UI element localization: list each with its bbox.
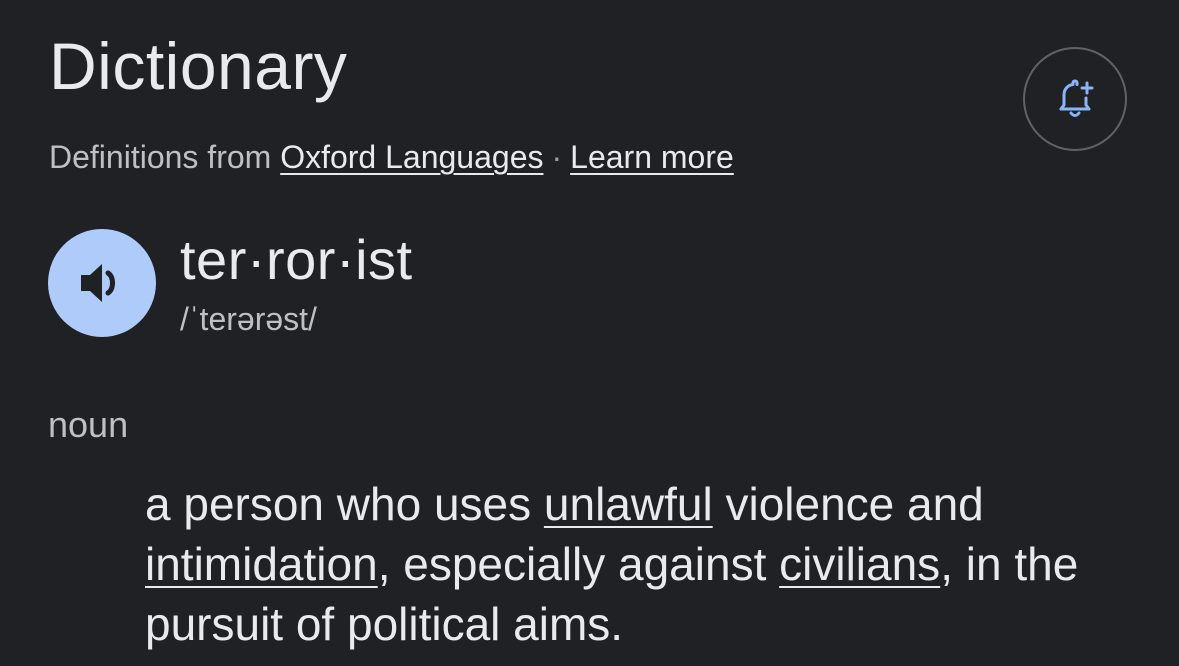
link-civilians[interactable]: civilians [779,538,940,590]
phonetic-spelling: /ˈterərəst/ [180,301,317,337]
learn-more-link[interactable]: Learn more [570,139,734,175]
definition-segment: violence and [712,478,984,530]
source-separator: · [551,139,563,175]
add-alert-button[interactable] [1023,47,1127,151]
speaker-icon [81,264,115,302]
definition-text: a person who uses unlawful violence and … [145,474,1105,654]
link-intimidation[interactable]: intimidation [145,538,378,590]
page-title: Dictionary [49,29,348,103]
dictionary-card: Dictionary Definitions from Oxford Langu… [0,0,1179,666]
definition-segment: a person who uses [145,478,544,530]
pronounce-button[interactable] [48,229,156,337]
bell-plus-icon [1059,79,1094,117]
link-unlawful[interactable]: unlawful [544,478,713,530]
oxford-languages-link[interactable]: Oxford Languages [280,139,543,175]
part-of-speech: noun [48,404,129,445]
headword: ter·ror·ist [180,228,413,291]
definition-segment: , especially against [377,538,780,590]
source-prefix: Definitions from [49,139,272,175]
source-attribution: Definitions from Oxford Languages · Learn … [49,137,734,177]
